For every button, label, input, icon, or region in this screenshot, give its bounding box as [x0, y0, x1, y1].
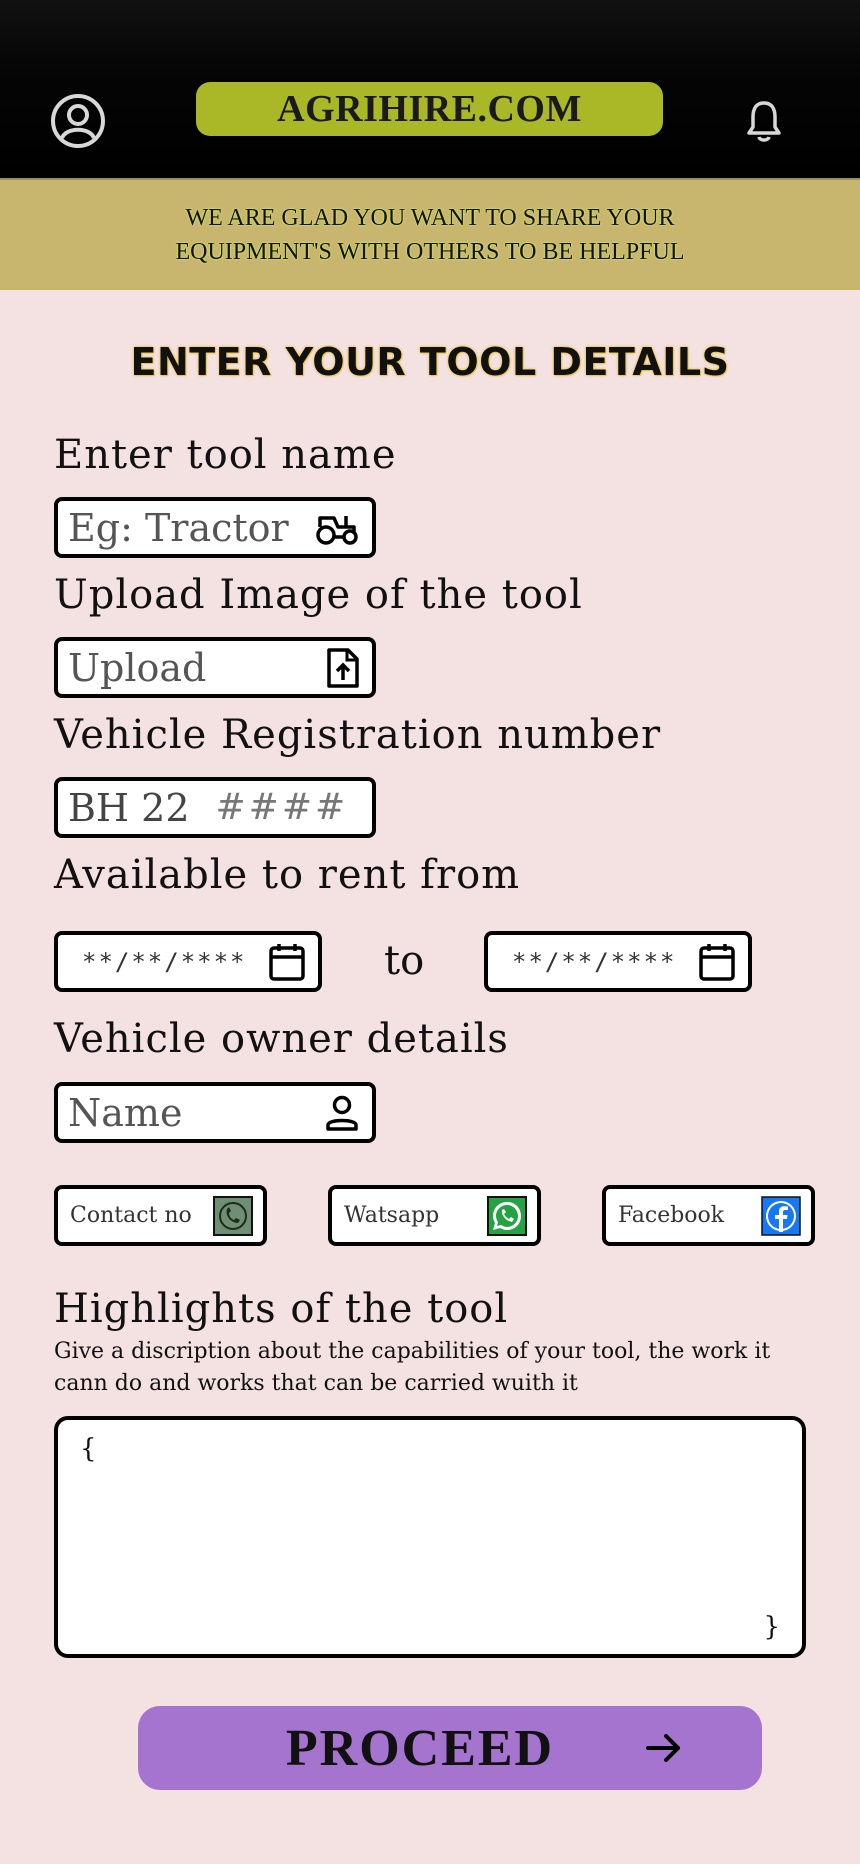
contact-number-input[interactable]: Contact no — [54, 1185, 267, 1246]
upload-placeholder: Upload — [68, 645, 207, 690]
date-to-placeholder: **/**/**** — [512, 947, 677, 976]
registration-label: Vehicle Registration number — [54, 712, 662, 758]
facebook-placeholder: Facebook — [618, 1203, 725, 1228]
facebook-input[interactable]: Facebook — [602, 1185, 815, 1246]
arrow-right-icon — [646, 1734, 680, 1762]
owner-details-label: Vehicle owner details — [54, 1016, 509, 1062]
upload-image-label: Upload Image of the tool — [54, 572, 583, 618]
tool-name-input[interactable]: Eg: Tractor — [54, 497, 376, 558]
user-circle-icon[interactable] — [50, 93, 106, 149]
bell-icon[interactable] — [744, 99, 784, 143]
tractor-icon — [316, 515, 358, 545]
registration-prefix: BH 22 — [68, 785, 190, 830]
banner-line-2: EQUIPMENT'S WITH OTHERS TO BE HELPFUL — [175, 239, 685, 265]
welcome-banner: WE ARE GLAD YOU WANT TO SHARE YOUR EQUIP… — [0, 178, 860, 290]
availability-label: Available to rent from — [54, 852, 521, 898]
app-header: AGRIHIRE.COM — [0, 0, 860, 178]
contact-number-placeholder: Contact no — [70, 1203, 192, 1228]
facebook-icon — [761, 1195, 801, 1236]
highlights-textarea[interactable]: { } — [54, 1416, 806, 1658]
highlights-label: Highlights of the tool — [54, 1286, 509, 1332]
calendar-icon[interactable] — [698, 942, 736, 982]
close-brace: } — [763, 1612, 780, 1642]
registration-input[interactable]: BH 22 #### — [54, 777, 376, 838]
whatsapp-input[interactable]: Watsapp — [328, 1185, 541, 1246]
calendar-icon[interactable] — [268, 942, 306, 982]
open-brace: { — [80, 1434, 97, 1464]
date-to-input[interactable]: **/**/**** — [484, 931, 752, 992]
proceed-label: PROCEED — [285, 1719, 555, 1777]
date-from-input[interactable]: **/**/**** — [54, 931, 322, 992]
proceed-button[interactable]: PROCEED — [138, 1706, 762, 1790]
phone-icon — [213, 1195, 253, 1236]
tool-name-label: Enter tool name — [54, 432, 397, 478]
date-range-to-label: to — [384, 938, 425, 984]
owner-name-input[interactable]: Name — [54, 1082, 376, 1143]
form-title: ENTER YOUR TOOL DETAILS — [130, 340, 730, 384]
person-icon — [326, 1095, 358, 1131]
tool-name-placeholder: Eg: Tractor — [68, 505, 289, 550]
brand-logo[interactable]: AGRIHIRE.COM — [196, 82, 663, 136]
upload-image-field[interactable]: Upload — [54, 637, 376, 698]
date-from-placeholder: **/**/**** — [82, 947, 247, 976]
highlights-hint: Give a discription about the capabilitie… — [54, 1339, 771, 1396]
file-upload-icon[interactable] — [326, 647, 360, 689]
owner-name-placeholder: Name — [68, 1090, 183, 1135]
whatsapp-icon — [487, 1195, 527, 1236]
whatsapp-placeholder: Watsapp — [344, 1203, 440, 1228]
banner-line-1: WE ARE GLAD YOU WANT TO SHARE YOUR — [185, 205, 675, 231]
registration-placeholder: #### — [215, 787, 349, 828]
